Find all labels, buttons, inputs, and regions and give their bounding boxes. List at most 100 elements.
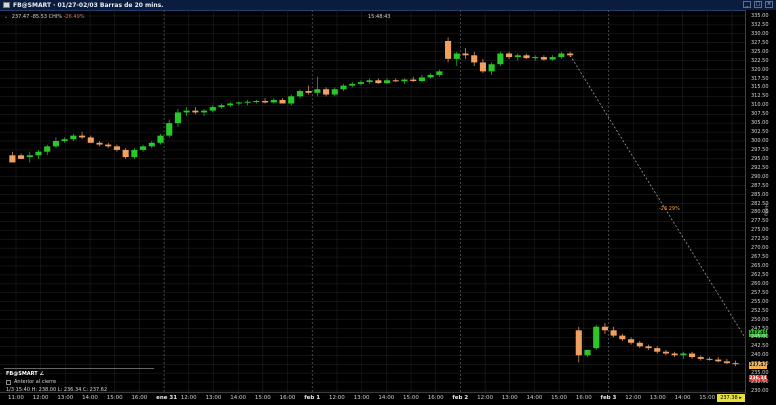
candle-body bbox=[497, 53, 504, 65]
candle-body bbox=[575, 330, 582, 356]
price-label: 330.00 bbox=[751, 30, 769, 37]
candle-body bbox=[340, 85, 347, 90]
maximize-button[interactable]: □ bbox=[754, 1, 762, 8]
candle-body bbox=[61, 139, 68, 141]
candle-body bbox=[331, 89, 338, 95]
price-label: 297.50 bbox=[751, 146, 769, 153]
candle-body bbox=[601, 326, 608, 331]
candle-body bbox=[357, 82, 364, 84]
candle-body bbox=[87, 137, 94, 143]
candle-body bbox=[70, 135, 77, 140]
price-label: 232.50 bbox=[751, 379, 769, 386]
ohlc-readout: 1/3 15:40 H: 238.00 L: 236.34 C: 237.62 bbox=[6, 387, 108, 393]
candle-body bbox=[305, 91, 312, 93]
candle-body bbox=[44, 146, 51, 152]
price-label: 237.50 bbox=[751, 361, 769, 368]
candle-body bbox=[410, 79, 417, 81]
candle-body bbox=[201, 110, 208, 113]
candle-body bbox=[645, 346, 652, 349]
candle-body bbox=[706, 358, 713, 360]
candle-body bbox=[209, 107, 216, 111]
price-label: 240.00 bbox=[751, 352, 769, 359]
candle-body bbox=[671, 353, 678, 356]
candle-body bbox=[262, 101, 269, 103]
candle-body bbox=[314, 89, 321, 93]
price-label: 312.50 bbox=[751, 93, 769, 100]
time-label: 13:00 bbox=[501, 395, 518, 401]
time-label: 14:00 bbox=[230, 395, 247, 401]
time-label: 12:00 bbox=[625, 395, 642, 401]
price-label: 230.00 bbox=[751, 388, 769, 394]
candle-body bbox=[157, 135, 164, 143]
price-label: 322.50 bbox=[751, 57, 769, 64]
time-label: 15:00 bbox=[699, 395, 716, 401]
time-label: 16:00 bbox=[427, 395, 444, 401]
candle-body bbox=[593, 326, 600, 349]
price-label: 257.50 bbox=[751, 289, 769, 296]
price-label: 315.00 bbox=[751, 84, 769, 91]
change-value: -85.53 CHI% bbox=[30, 14, 63, 20]
price-label: 292.50 bbox=[751, 164, 769, 171]
candle-body bbox=[375, 80, 382, 84]
candle-body bbox=[79, 135, 86, 138]
caret-down-icon[interactable]: ⌄ bbox=[4, 14, 8, 20]
candle-body bbox=[323, 89, 330, 95]
candle-body bbox=[732, 363, 739, 365]
change-percent: -26.49% bbox=[63, 14, 85, 20]
candle-body bbox=[401, 79, 408, 82]
price-axis[interactable]: 247.45 237.47 236.34 Hedg 335.00 332.50 33… bbox=[745, 10, 776, 394]
time-label: ene 31 bbox=[156, 395, 178, 401]
price-info-line: ⌄ 237.47 -85.53 CHI% -26.49% bbox=[4, 14, 85, 20]
checkbox-icon[interactable] bbox=[6, 379, 11, 385]
time-label: 14:00 bbox=[674, 395, 691, 401]
candle-body bbox=[122, 149, 129, 158]
candle-body bbox=[392, 80, 399, 82]
price-label: 332.50 bbox=[751, 21, 769, 28]
candle-body bbox=[558, 53, 565, 58]
price-label: 285.00 bbox=[751, 191, 769, 198]
time-label: feb 2 bbox=[452, 395, 469, 401]
price-label: 270.00 bbox=[751, 245, 769, 252]
price-label: 282.50 bbox=[751, 200, 769, 207]
candle-body bbox=[427, 74, 434, 78]
price-label: 260.00 bbox=[751, 280, 769, 287]
price-label: 295.00 bbox=[751, 155, 769, 162]
chart-area[interactable] bbox=[0, 10, 745, 394]
candle-body bbox=[715, 359, 722, 362]
close-button[interactable]: × bbox=[765, 1, 773, 8]
time-label: 11:00 bbox=[8, 395, 24, 401]
candle-body bbox=[18, 155, 25, 159]
last-price: 237.47 bbox=[11, 14, 30, 20]
price-label: 280.00 bbox=[751, 209, 769, 216]
minimize-button[interactable]: _ bbox=[743, 1, 751, 8]
time-label: 16:00 bbox=[131, 395, 148, 401]
window-controls: _ □ × bbox=[743, 1, 773, 8]
candle-body bbox=[166, 123, 173, 136]
candle-body bbox=[218, 105, 225, 108]
candle-body bbox=[436, 71, 443, 75]
candle-body bbox=[270, 99, 277, 103]
time-label: 15:00 bbox=[106, 395, 123, 401]
toggle-label: Anterior al cierre bbox=[14, 379, 57, 385]
price-label: 317.50 bbox=[751, 75, 769, 82]
time-label: 16:00 bbox=[279, 395, 296, 401]
current-price-box: 237.38 ▸ bbox=[717, 394, 745, 402]
candle-body bbox=[654, 348, 661, 352]
price-label: 247.50 bbox=[751, 325, 769, 332]
candle-body bbox=[567, 53, 574, 56]
price-label: 250.00 bbox=[751, 316, 769, 323]
time-label: 12:00 bbox=[180, 395, 197, 401]
projection-percent-label: -26.29% bbox=[659, 206, 680, 212]
candle-body bbox=[680, 353, 687, 356]
candle-body bbox=[366, 80, 373, 83]
time-label: 12:00 bbox=[477, 395, 493, 401]
time-label: 13:00 bbox=[57, 395, 74, 401]
price-label: 262.50 bbox=[751, 271, 769, 278]
candlestick-chart[interactable] bbox=[0, 10, 745, 394]
candle-body bbox=[488, 64, 495, 72]
time-label: 14:00 bbox=[82, 395, 98, 401]
time-label: 13:00 bbox=[649, 395, 666, 401]
price-label: 335.00 bbox=[751, 13, 769, 19]
candle-body bbox=[192, 110, 199, 113]
window-title: FB@SMART · 01/27-02/03 Barras de 20 mins… bbox=[13, 1, 164, 9]
